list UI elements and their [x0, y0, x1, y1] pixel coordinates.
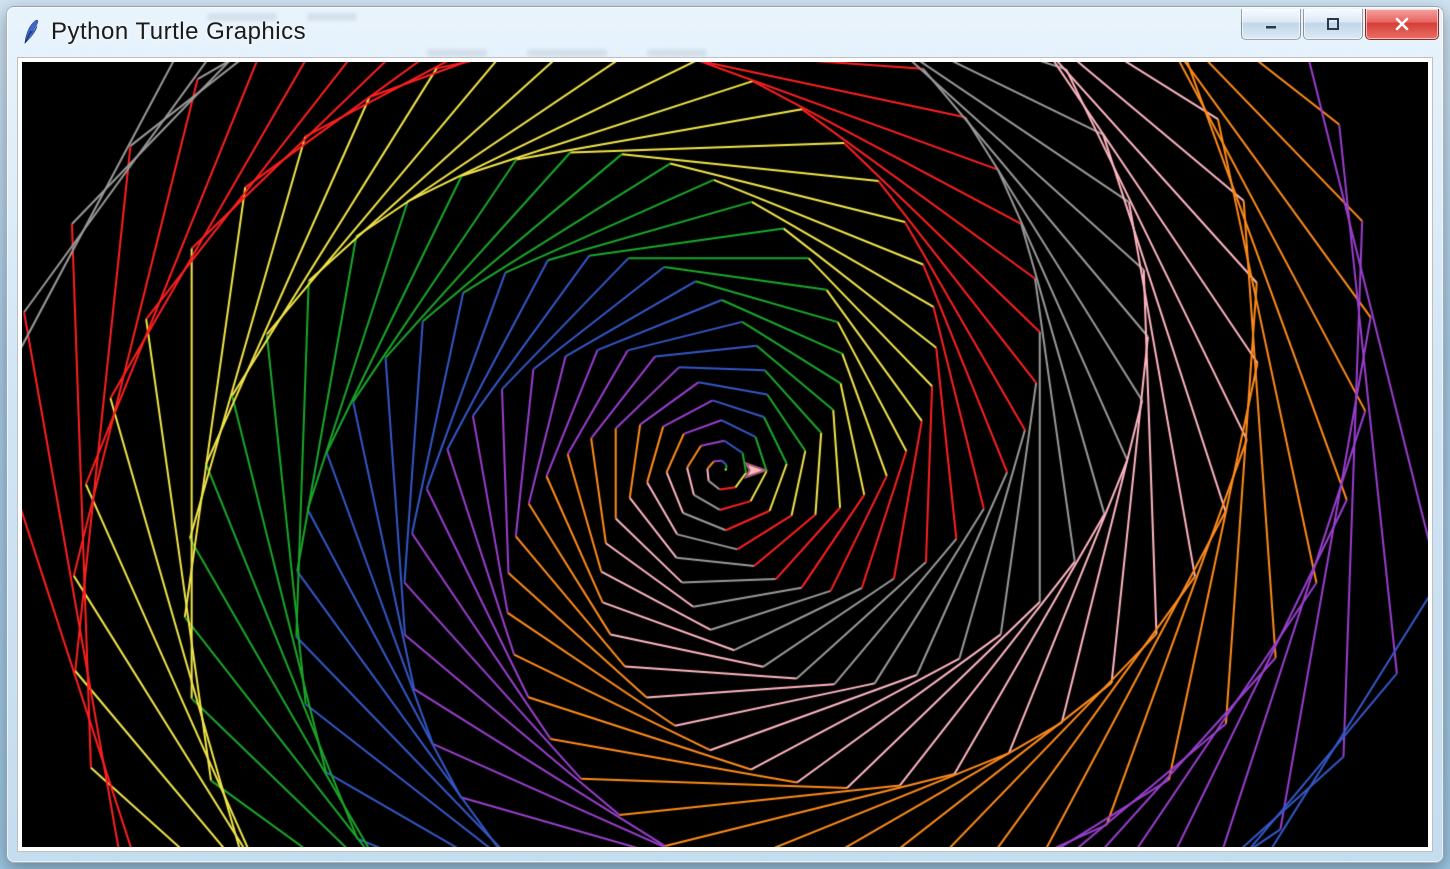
close-button[interactable] [1365, 9, 1439, 40]
minimize-button[interactable] [1241, 9, 1301, 40]
feather-icon [21, 18, 41, 46]
client-area [17, 57, 1433, 852]
turtle-canvas [22, 62, 1428, 847]
maximize-button[interactable] [1303, 9, 1363, 40]
caption-button-group [1239, 9, 1439, 41]
application-window: Python Turtle Graphics [6, 6, 1444, 863]
turtle-canvas-area [22, 62, 1428, 847]
window-title: Python Turtle Graphics [51, 18, 306, 46]
title-bar[interactable]: Python Turtle Graphics [7, 7, 1443, 57]
